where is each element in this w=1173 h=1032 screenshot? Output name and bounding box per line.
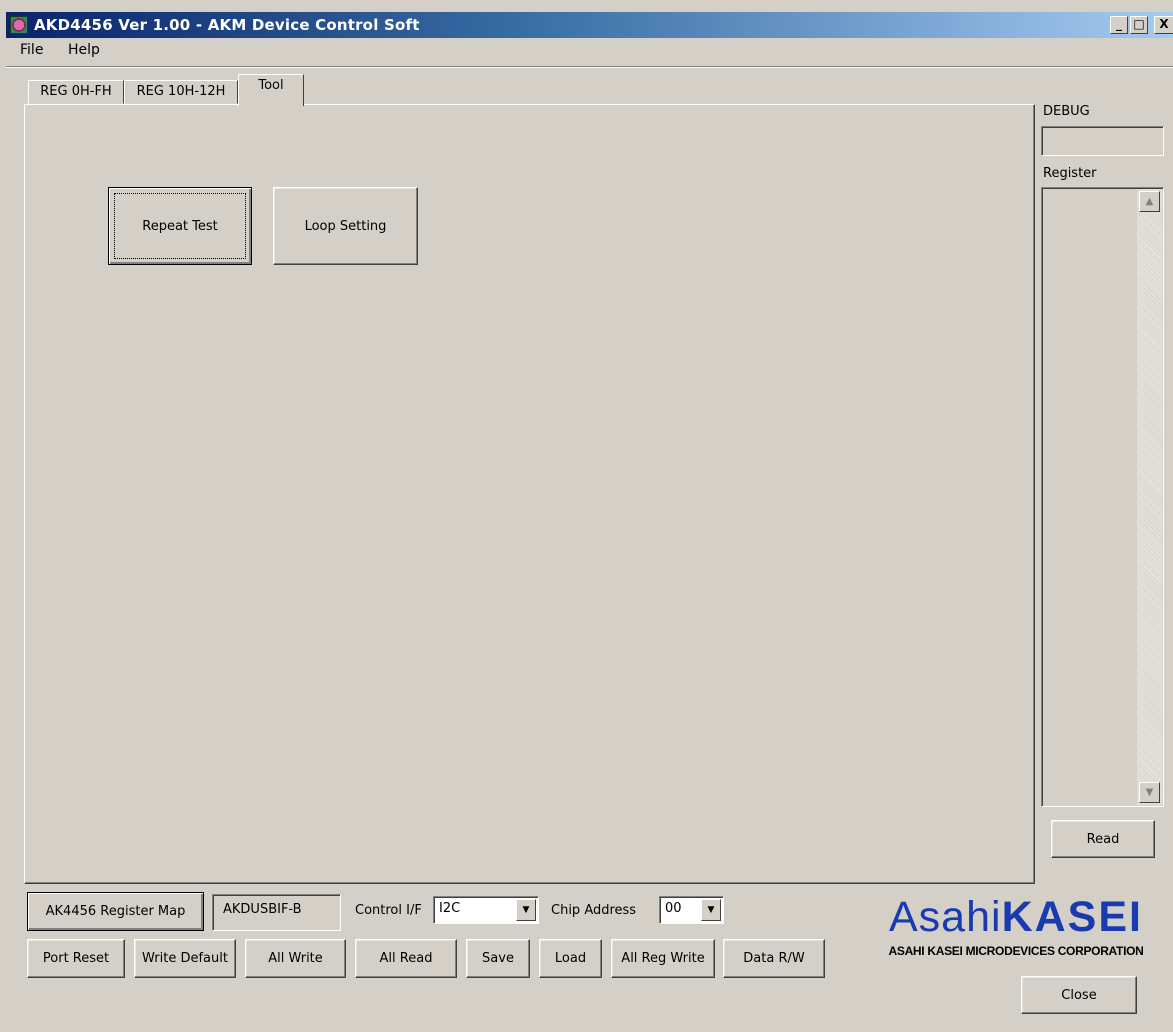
app-icon [10, 16, 28, 34]
chip-address-value: 00 [665, 901, 682, 916]
menu-file[interactable]: File [20, 42, 43, 58]
all-read-button[interactable]: All Read [355, 939, 457, 978]
control-if-label: Control I/F [355, 903, 422, 918]
menu-help[interactable]: Help [68, 42, 100, 58]
logo-brand-part1: Asahi [889, 893, 1002, 941]
logo-subtitle: ASAHI KASEI MICRODEVICES CORPORATION [888, 944, 1144, 958]
control-if-value: I2C [439, 901, 461, 916]
close-button[interactable]: Close [1021, 976, 1137, 1014]
scroll-down-icon[interactable]: ▼ [1139, 782, 1160, 803]
data-rw-button[interactable]: Data R/W [723, 939, 825, 978]
chip-address-select[interactable]: 00 ▼ [659, 896, 724, 924]
menu-bar: File Help [6, 38, 1173, 64]
register-scrollbar[interactable] [1137, 189, 1162, 805]
read-button[interactable]: Read [1051, 820, 1155, 858]
debug-field[interactable] [1041, 126, 1164, 156]
save-button[interactable]: Save [466, 939, 530, 978]
chevron-down-icon[interactable]: ▼ [701, 899, 721, 921]
all-reg-write-button[interactable]: All Reg Write [611, 939, 715, 978]
load-button[interactable]: Load [539, 939, 602, 978]
menu-separator [6, 66, 1173, 68]
maximize-button[interactable]: □ [1130, 16, 1148, 34]
minimize-button[interactable]: _ [1110, 16, 1128, 34]
register-label: Register [1043, 166, 1097, 181]
title-bar[interactable]: AKD4456 Ver 1.00 - AKM Device Control So… [6, 12, 1173, 38]
repeat-test-button[interactable]: Repeat Test [108, 187, 252, 265]
loop-setting-button[interactable]: Loop Setting [273, 187, 418, 265]
all-write-button[interactable]: All Write [245, 939, 346, 978]
control-if-select[interactable]: I2C ▼ [433, 896, 539, 924]
board-name-field: AKDUSBIF-B [212, 894, 341, 931]
tab-reg-10h-12h[interactable]: REG 10H-12H [124, 80, 238, 104]
logo-brand-part2: KASEI [1001, 893, 1143, 941]
scroll-up-icon[interactable]: ▲ [1139, 191, 1160, 212]
close-window-button[interactable]: X [1154, 16, 1173, 34]
tab-reg-0h-fh[interactable]: REG 0H-FH [28, 80, 124, 104]
register-map-button[interactable]: AK4456 Register Map [27, 892, 204, 931]
company-logo: AsahiKASEI [872, 894, 1160, 940]
write-default-button[interactable]: Write Default [134, 939, 236, 978]
debug-label: DEBUG [1043, 104, 1090, 119]
window-title: AKD4456 Ver 1.00 - AKM Device Control So… [34, 16, 420, 34]
tab-tool[interactable]: Tool [238, 74, 304, 106]
chevron-down-icon[interactable]: ▼ [516, 899, 536, 921]
chip-address-label: Chip Address [551, 903, 637, 918]
port-reset-button[interactable]: Port Reset [27, 939, 125, 978]
